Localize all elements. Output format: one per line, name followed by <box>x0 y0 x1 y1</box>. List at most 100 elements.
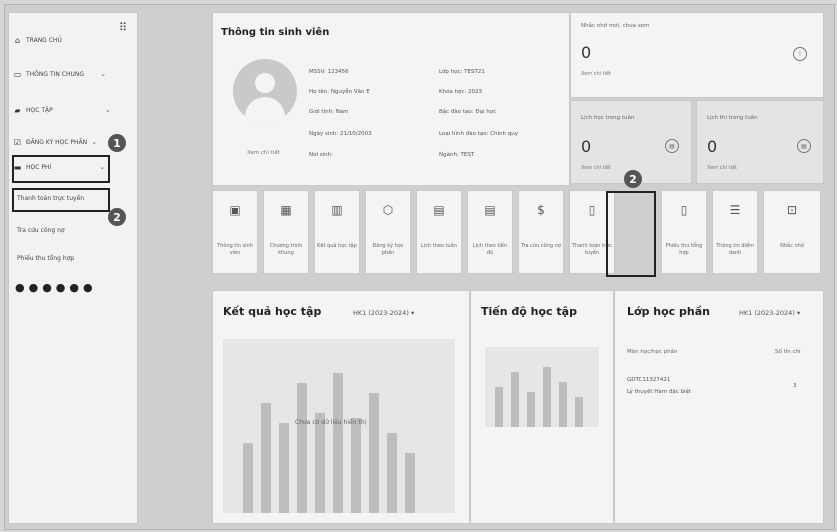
briefcase-icon: ⊡ <box>786 203 798 217</box>
dropdown-value: HK1 (2023-2024) <box>353 309 409 317</box>
info-icon: ▭ <box>13 69 22 79</box>
class-code: GDTC11327421 <box>627 377 671 383</box>
view-details-link[interactable]: Xem chi tiết <box>247 150 280 156</box>
id-card-icon: ▣ <box>229 203 241 217</box>
receipt-icon: ▯ <box>680 203 688 217</box>
results-chart: Chưa có dữ liệu hiển thị <box>223 339 455 513</box>
student-name: Họ tên: Nguyễn Văn E <box>309 89 370 95</box>
calendar-progress-icon: ▤ <box>484 203 496 217</box>
sidebar-subitem-label: Thanh toán trực tuyến <box>17 194 85 202</box>
bell-icon: ! <box>793 47 807 61</box>
card-title: Tiến độ học tập <box>481 305 577 318</box>
sidebar-item-home[interactable]: ⌂ TRANG CHỦ <box>13 29 62 51</box>
step-badge: 1 <box>108 134 126 152</box>
stat-link[interactable]: Xem chi tiết <box>707 165 737 171</box>
student-id: MSSV: 123456 <box>309 69 349 75</box>
feature-label: Nhắc nhở <box>780 243 804 249</box>
card-title: Kết quả học tập <box>223 305 322 318</box>
no-data-text: Chưa có dữ liệu hiển thị <box>295 419 367 426</box>
chevron-down-icon: ▾ <box>796 309 801 317</box>
semester-dropdown[interactable]: HK1 (2023-2024) ▾ <box>353 309 414 317</box>
book-icon: ▰ <box>14 105 21 115</box>
dropdown-value: HK1 (2023-2024) <box>739 309 795 317</box>
feature-debt-lookup[interactable]: $ Tra cứu công nợ <box>518 190 564 274</box>
sidebar-item-course-registration[interactable]: ☑ ĐĂNG KÝ HỌC PHẦN ⌄ <box>13 131 97 153</box>
student-major: Ngành: TEST <box>439 152 475 158</box>
sidebar-item-label: HỌC PHÍ <box>26 163 52 171</box>
feature-label: Chương trình khung <box>269 243 303 256</box>
class-credits: 3 <box>793 383 797 389</box>
calendar-icon: ▤ <box>665 139 679 153</box>
feature-attendance[interactable]: ☰ Thông tin điểm danh <box>712 190 758 274</box>
sidebar: ⠿ ⌂ TRANG CHỦ ▭ THÔNG TIN CHUNG ⌄ ▰ HỌC … <box>8 12 138 524</box>
feature-label: Lịch theo tuần <box>421 243 457 249</box>
student-course: Khóa học: 2023 <box>439 89 483 95</box>
student-level: Bậc đào tạo: Đại học <box>439 109 497 115</box>
chevron-down-icon: ⌄ <box>104 106 111 114</box>
weekly-exam-stat-card[interactable]: Lịch thi trong tuần 0 Xem chi tiết ▤ <box>696 100 824 184</box>
chevron-down-icon: ▾ <box>410 309 415 317</box>
feature-label: Đăng ký học phần <box>372 243 404 256</box>
progress-chart <box>485 347 599 427</box>
sidebar-item-label: ĐĂNG KÝ HỌC PHẦN <box>26 138 88 146</box>
chevron-down-icon: ⌄ <box>99 163 106 171</box>
feature-results[interactable]: ▥ Kết quả học tập <box>314 190 360 274</box>
student-birthplace: Nơi sinh: <box>309 152 333 158</box>
step-badge: 2 <box>108 208 126 226</box>
highlight-box-online-payment-tile <box>606 191 656 277</box>
student-type: Loại hình đào tạo: Chính quy <box>439 131 518 137</box>
stat-value: 0 <box>581 137 592 156</box>
semester-dropdown[interactable]: HK1 (2023-2024) ▾ <box>739 309 800 317</box>
sidebar-item-study[interactable]: ▰ HỌC TẬP ⌄ <box>13 99 110 121</box>
sidebar-subitem-label: Tra cứu công nợ <box>17 226 65 234</box>
dollar-icon: $ <box>537 203 545 217</box>
classes-card: Lớp học phần HK1 (2023-2024) ▾ Môn học/h… <box>614 290 824 524</box>
menu-icon[interactable]: ⠿ <box>119 21 127 34</box>
chevron-down-icon: ⌄ <box>100 70 107 78</box>
stat-value: 0 <box>707 137 718 156</box>
stat-link[interactable]: Xem chi tiết <box>581 165 611 171</box>
sidebar-subitem-online-payment[interactable]: Thanh toán trực tuyến <box>17 187 84 209</box>
reminder-stat-card[interactable]: Nhắc nhở mới, chưa xem 0 Xem chi tiết ! <box>570 12 824 98</box>
sidebar-item-label: THÔNG TIN CHUNG <box>26 70 85 78</box>
progress-card: Tiến độ học tập <box>470 290 614 524</box>
stat-link[interactable]: Xem chi tiết <box>581 71 611 77</box>
feature-course-registration[interactable]: ⬡ Đăng ký học phần <box>365 190 411 274</box>
card-title: Thông tin sinh viên <box>221 27 330 38</box>
student-info-card: Thông tin sinh viên Xem chi tiết MSSV: 1… <box>212 12 570 186</box>
feature-progress-schedule[interactable]: ▤ Lịch theo tiến độ <box>467 190 513 274</box>
checkbox-icon: ☑ <box>13 137 22 147</box>
sidebar-subitem-debt-lookup[interactable]: Tra cứu công nợ <box>17 219 65 241</box>
sidebar-item-label: TRANG CHỦ <box>26 36 62 44</box>
sidebar-item-tuition[interactable]: ▬ HỌC PHÍ ⌄ <box>13 156 106 178</box>
box-icon: ⬡ <box>382 203 394 217</box>
feature-reminders[interactable]: ⊡ Nhắc nhở <box>763 190 821 274</box>
feature-label: Tra cứu công nợ <box>521 243 561 249</box>
calendar-icon: ▤ <box>797 139 811 153</box>
feature-label: Phiếu thu tổng hợp <box>665 243 703 256</box>
avatar <box>233 59 297 123</box>
feature-label: Lịch theo tiến độ <box>472 243 508 256</box>
card-icon: ▬ <box>13 162 22 172</box>
sidebar-item-general-info[interactable]: ▭ THÔNG TIN CHUNG ⌄ <box>13 63 106 85</box>
feature-receipts[interactable]: ▯ Phiếu thu tổng hợp <box>661 190 707 274</box>
stat-label: Lịch học trong tuần <box>581 115 635 121</box>
home-icon: ⌂ <box>14 35 21 45</box>
class-name[interactable]: Lý thuyết Hàm đặc biệt <box>627 389 691 395</box>
feature-curriculum[interactable]: ▦ Chương trình khung <box>263 190 309 274</box>
feature-label: Kết quả học tập <box>317 243 357 249</box>
sidebar-subitem-label: Phiếu thu tổng hợp <box>17 254 75 262</box>
calendar-icon: ▤ <box>433 203 445 217</box>
sidebar-item-label: HỌC TẬP <box>26 106 53 114</box>
feature-label: Thông tin sinh viên <box>217 243 253 256</box>
stat-label: Nhắc nhở mới, chưa xem <box>581 23 650 29</box>
chevron-down-icon: ⌄ <box>91 138 98 146</box>
feature-label: Thông tin điểm danh <box>716 243 754 256</box>
dots-decoration: ●●●●●● <box>15 281 97 294</box>
feature-weekly-schedule[interactable]: ▤ Lịch theo tuần <box>416 190 462 274</box>
grid-icon: ▦ <box>280 203 292 217</box>
chart-icon: ▥ <box>331 203 343 217</box>
feature-student-info[interactable]: ▣ Thông tin sinh viên <box>212 190 258 274</box>
sidebar-subitem-receipts[interactable]: Phiếu thu tổng hợp <box>17 247 74 269</box>
student-dob: Ngày sinh: 21/10/2003 <box>309 131 372 137</box>
